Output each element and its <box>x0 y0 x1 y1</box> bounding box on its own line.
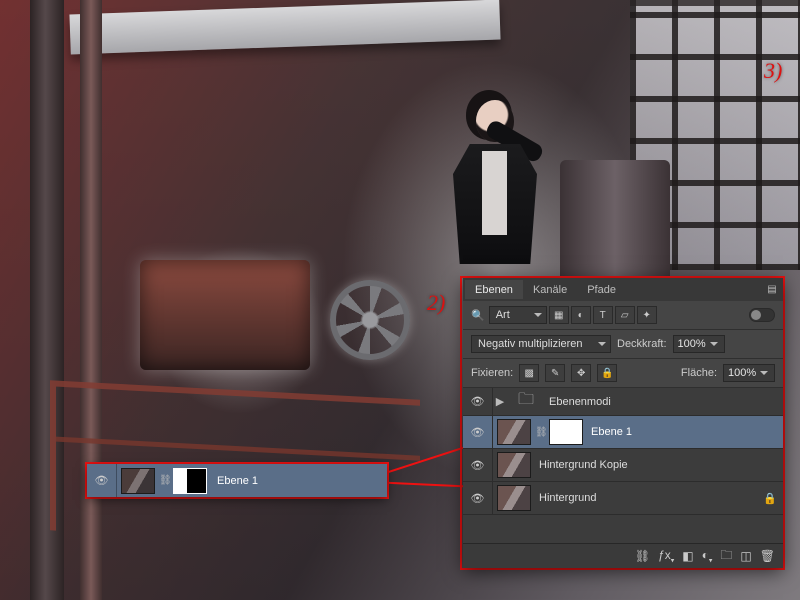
filter-shape-icon[interactable]: ▱ <box>615 306 635 324</box>
new-layer-icon[interactable]: ◫ <box>740 549 751 563</box>
mask-thumbnail[interactable] <box>549 419 583 445</box>
panel-menu-icon[interactable]: ▤ <box>761 284 783 295</box>
fill-field[interactable]: 100% <box>723 364 775 382</box>
filter-type-select[interactable]: Art <box>489 306 547 324</box>
lock-row: Fixieren: ▩ ✎ ✥ 🔒 Fläche: 100% <box>463 359 783 388</box>
mask-thumbnail[interactable] <box>173 468 207 494</box>
tab-layers[interactable]: Ebenen <box>465 280 523 299</box>
panel-tabs: Ebenen Kanäle Pfade ▤ <box>463 278 783 301</box>
link-layers-icon[interactable]: ⛓ <box>635 549 650 563</box>
layer-thumbnail[interactable] <box>121 468 155 494</box>
new-group-icon[interactable]: 🗀 <box>720 546 732 567</box>
disclosure-icon[interactable]: ▶ <box>493 395 507 408</box>
delete-layer-icon[interactable]: 🗑 <box>760 549 775 563</box>
opacity-field[interactable]: 100% <box>673 335 725 353</box>
layer-thumbnail[interactable] <box>497 419 531 445</box>
filter-pixel-icon[interactable]: ▦ <box>549 306 569 324</box>
layer-row-bgcopy[interactable]: 👁 Hintergrund Kopie <box>463 449 783 482</box>
machinery <box>140 260 310 370</box>
layer-group-row[interactable]: 👁 ▶ 🗀 Ebenenmodi <box>463 388 783 416</box>
filter-toggle[interactable] <box>749 308 775 322</box>
layer-row-ebene1[interactable]: 👁 ⛓ Ebene 1 <box>463 416 783 449</box>
add-mask-icon[interactable]: ◧ <box>682 549 693 563</box>
visibility-toggle[interactable]: 👁 <box>463 482 493 514</box>
layer-name: Hintergrund <box>539 492 596 504</box>
visibility-toggle[interactable]: 👁 <box>87 464 117 497</box>
layer-thumbnail[interactable] <box>497 452 531 478</box>
blend-mode-value: Negativ multiplizieren <box>478 338 583 350</box>
layer-thumbnail[interactable] <box>497 485 531 511</box>
lock-label: Fixieren: <box>471 367 513 379</box>
tab-paths[interactable]: Pfade <box>577 280 626 299</box>
visibility-toggle[interactable]: 👁 <box>463 449 493 481</box>
layer-name: Ebene 1 <box>217 475 258 487</box>
mask-link-icon[interactable]: ⛓ <box>159 475 169 486</box>
layer-row-background[interactable]: 👁 Hintergrund 🔒 <box>463 482 783 515</box>
panel-footer: ⛓ ƒx▾ ◧ ◐▾ 🗀 ◫ 🗑 <box>463 543 783 568</box>
layer-name: Ebene 1 <box>591 426 632 438</box>
lock-transparency-icon[interactable]: ▩ <box>519 364 539 382</box>
mask-link-icon[interactable]: ⛓ <box>535 427 545 438</box>
adjustment-layer-icon[interactable]: ◐▾ <box>702 548 713 564</box>
layers-panel: Ebenen Kanäle Pfade ▤ 🔍 Art ▦ ◐ T ▱ ✦ Ne… <box>463 278 783 568</box>
blend-row: Negativ multiplizieren Deckkraft: 100% <box>463 330 783 359</box>
folder-icon: 🗀 <box>511 392 541 412</box>
layers-list: 👁 ▶ 🗀 Ebenenmodi 👁 ⛓ Ebene 1 👁 Hintergru… <box>463 388 783 543</box>
visibility-toggle[interactable]: 👁 <box>463 388 493 415</box>
fx-icon[interactable]: ƒx▾ <box>658 548 674 564</box>
fill-value: 100% <box>728 367 756 379</box>
filter-smart-icon[interactable]: ✦ <box>637 306 657 324</box>
lock-position-icon[interactable]: ✥ <box>571 364 591 382</box>
layer-name: Ebenenmodi <box>549 396 611 408</box>
search-icon: 🔍 <box>471 309 485 322</box>
visibility-toggle[interactable]: 👁 <box>463 416 493 448</box>
fill-label: Fläche: <box>681 367 717 379</box>
filter-type-value: Art <box>496 309 510 321</box>
layer-name: Hintergrund Kopie <box>539 459 628 471</box>
drum <box>560 160 670 290</box>
layer-filter-row: 🔍 Art ▦ ◐ T ▱ ✦ <box>463 301 783 330</box>
float-layer-row[interactable]: 👁 ⛓ Ebene 1 <box>87 464 387 497</box>
tab-channels[interactable]: Kanäle <box>523 280 577 299</box>
filter-type-icon[interactable]: T <box>593 306 613 324</box>
lock-all-icon[interactable]: 🔒 <box>597 364 617 382</box>
lock-icon: 🔒 <box>763 492 777 505</box>
valve-wheel <box>330 280 410 360</box>
opacity-value: 100% <box>678 338 706 350</box>
filter-adjust-icon[interactable]: ◐ <box>571 306 591 324</box>
lock-paint-icon[interactable]: ✎ <box>545 364 565 382</box>
blend-mode-select[interactable]: Negativ multiplizieren <box>471 335 611 353</box>
opacity-label: Deckkraft: <box>617 338 667 350</box>
